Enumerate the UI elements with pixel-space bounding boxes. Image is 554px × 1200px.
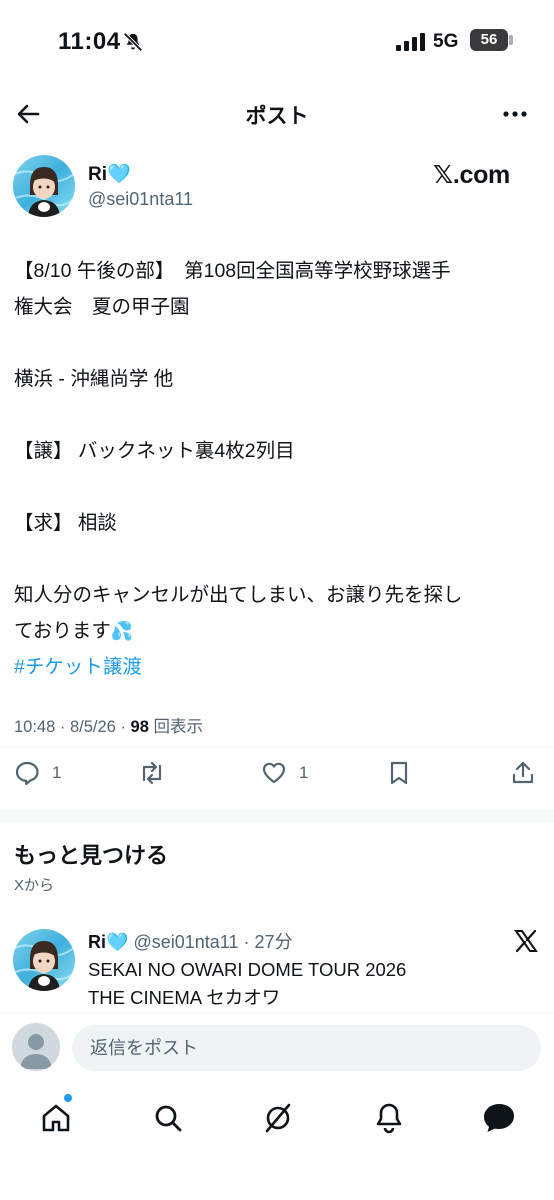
share-icon: [512, 761, 534, 784]
post-line: 【8/10 午後の部】 第108回全国高等学校野球選手: [14, 260, 451, 282]
bottom-tab-bar: [0, 1088, 554, 1200]
like-icon: [262, 762, 286, 784]
grok-icon: [265, 1103, 291, 1133]
x-logo-icon: [514, 929, 538, 953]
page-title: ポスト: [245, 105, 309, 128]
recommended-post-text[interactable]: SEKAI NO OWARI DOME TOUR 2026 THE CINEMA…: [88, 956, 406, 1012]
xcom-watermark: 𝕏.com: [433, 161, 510, 189]
tab-home[interactable]: [38, 1100, 74, 1136]
author-avatar[interactable]: [13, 155, 75, 217]
tab-search[interactable]: [150, 1100, 186, 1136]
post-date: 8/5/26: [69, 718, 116, 736]
recommended-author-avatar[interactable]: [13, 929, 75, 991]
reply-count: 1: [52, 763, 62, 782]
tab-grok[interactable]: [260, 1100, 296, 1136]
post-line: 【譲】 バックネット裏4枚2列目: [14, 440, 295, 462]
post-line: ております💦: [14, 620, 134, 642]
battery-level: 56: [480, 31, 498, 48]
post-line: 横浜 - 沖縄尚学 他: [14, 368, 174, 390]
back-arrow-icon[interactable]: [14, 100, 42, 128]
more-icon[interactable]: [500, 100, 530, 128]
like-count: 1: [299, 763, 309, 782]
bookmark-icon: [390, 761, 408, 785]
battery-indicator: 56: [470, 29, 508, 51]
post-blank-line: [14, 541, 544, 577]
sweat-emoji: 💦: [110, 621, 134, 641]
post-blank-line: [14, 397, 544, 433]
post-time: 10:48: [14, 718, 56, 736]
reply-icon: [15, 761, 39, 786]
post-detail-screen: 11:04 5G 56 ポスト Ri🩵 @sei01nta11 𝕏.com 【8…: [0, 0, 554, 1200]
notification-dot: [64, 1094, 72, 1102]
discover-subtitle: Xから: [14, 877, 55, 894]
divider: [0, 747, 554, 748]
avatar-illustration: [13, 167, 75, 217]
status-time: 11:04: [58, 28, 121, 55]
post-line: 権大会 夏の甲子園: [14, 296, 190, 318]
recommended-author-meta: @sei01nta11 · 27分: [133, 932, 293, 952]
status-bar: 11:04 5G 56: [0, 0, 554, 80]
post-text: 【8/10 午後の部】 第108回全国高等学校野球選手 権大会 夏の甲子園 横浜…: [14, 253, 544, 685]
reply-button[interactable]: 1: [14, 757, 61, 789]
author-handle[interactable]: @sei01nta11: [88, 189, 193, 210]
tab-notifications[interactable]: [371, 1100, 407, 1136]
bell-slash-icon: [123, 32, 143, 52]
reply-bar: 返信をポスト: [0, 1012, 554, 1084]
post-meta: 10:48 · 8/5/26 · 98 回表示: [14, 718, 204, 736]
nav-header: ポスト: [0, 90, 554, 140]
post-blank-line: [14, 325, 544, 361]
discover-title: もっと見つける: [14, 843, 169, 868]
post-blank-line: [14, 469, 544, 505]
home-icon: [42, 1104, 70, 1132]
section-separator: [0, 810, 554, 822]
default-avatar-icon: [20, 1034, 52, 1069]
signal-icon: [396, 33, 425, 51]
post-line: 知人分のキャンセルが出てしまい、お譲り先を探し: [14, 584, 463, 606]
repost-button[interactable]: [137, 757, 167, 789]
recommended-author-name: Ri🩵: [88, 932, 129, 952]
action-bar: 1 1: [0, 757, 554, 791]
repost-icon: [142, 761, 162, 785]
like-button[interactable]: 1: [261, 757, 308, 789]
bell-icon: [376, 1103, 402, 1134]
avatar-illustration: [13, 941, 75, 991]
bookmark-button[interactable]: [386, 757, 412, 789]
author-name[interactable]: Ri🩵: [88, 162, 131, 186]
reply-input[interactable]: 返信をポスト: [72, 1025, 541, 1071]
view-label: 回表示: [153, 718, 204, 736]
battery-cap: [509, 35, 513, 45]
heart-emoji: 🩵: [107, 164, 131, 185]
message-icon: [484, 1104, 514, 1132]
view-count: 98: [130, 718, 149, 736]
tab-messages[interactable]: [481, 1100, 517, 1136]
user-avatar[interactable]: [12, 1023, 60, 1071]
recommended-post-header[interactable]: Ri🩵 @sei01nta11 · 27分: [88, 928, 292, 954]
share-button[interactable]: [510, 757, 536, 789]
search-icon: [155, 1105, 182, 1132]
post-line: 【求】 相談: [14, 512, 117, 534]
hashtag-link[interactable]: #チケット譲渡: [14, 649, 544, 685]
network-label: 5G: [433, 31, 459, 52]
